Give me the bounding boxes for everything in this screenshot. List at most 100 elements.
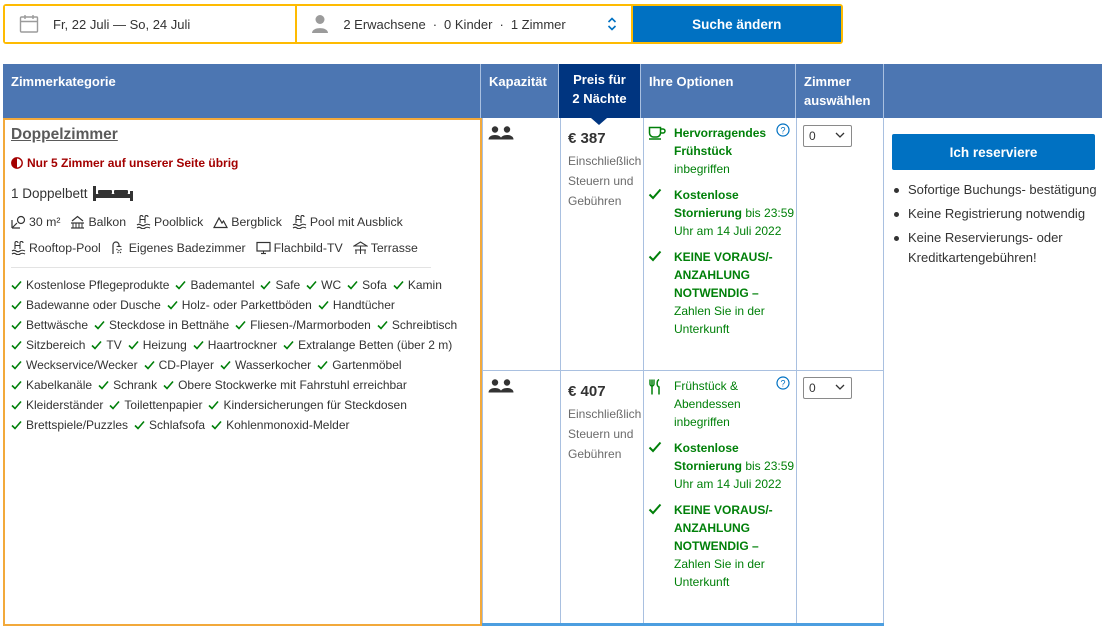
cancel-title: Kostenlose Stornierung — [674, 188, 742, 220]
checkmark-icon — [377, 320, 388, 330]
room-amenities: Kostenlose Pflegeprodukte Bademantel Safe W… — [11, 277, 461, 433]
checkmark-icon — [648, 503, 662, 515]
amenity-item: Wasserkocher — [220, 357, 311, 373]
quantity-value: 0 — [809, 129, 816, 143]
checkmark-icon — [260, 280, 272, 290]
checkmark-icon — [134, 420, 145, 430]
offer-options: Frühstück & Abendessen inbegriffen ? Kos… — [648, 376, 796, 599]
double-bed-icon — [92, 186, 133, 201]
checkmark-icon — [167, 300, 178, 310]
shower-icon — [111, 241, 129, 255]
children-count: 0 Kinder — [444, 16, 493, 32]
facility-label: Flachbild-TV — [273, 241, 343, 255]
checkmark-icon — [11, 320, 22, 330]
amenity-label: Extralange Betten (über 2 m) — [298, 338, 453, 352]
amenity-label: Badewanne oder Dusche — [26, 298, 161, 312]
help-icon[interactable]: ? — [776, 376, 790, 390]
meal-title: Hervorragendes Frühstück — [674, 126, 767, 158]
amenity-item: Obere Stockwerke mit Fahrstuhl erreichba… — [163, 377, 407, 393]
amenity-item: Haartrockner — [193, 337, 277, 353]
facility-item: Poolblick — [136, 212, 203, 232]
column-options: Ihre Optionen — [641, 64, 796, 118]
select-header-line1: Zimmer — [804, 74, 851, 89]
checkmark-icon — [283, 340, 294, 350]
cancellation-option: Kostenlose Stornierung bis 23:59 Uhr am … — [648, 186, 796, 240]
amenity-item: Toilettenpapier — [109, 397, 202, 413]
price-header-line1: Preis für — [573, 72, 626, 87]
amenity-label: Kostenlose Pflegeprodukte — [26, 278, 170, 292]
checkmark-icon — [128, 340, 139, 350]
checkmark-icon — [91, 340, 102, 350]
room-facilities: 30 m² Balkon Poolblick Bergblick Pool mit Au… — [11, 212, 431, 268]
facility-label: Eigenes Badezimmer — [128, 241, 246, 255]
facility-item: Balkon — [70, 212, 126, 232]
mountain-icon — [213, 215, 231, 229]
facility-label: Pool mit Ausblick — [309, 215, 403, 229]
amenity-item: Sofa — [347, 277, 387, 293]
amenity-item: Schreibtisch — [377, 317, 457, 333]
facility-item: Eigenes Badezimmer — [111, 238, 246, 258]
checkmark-icon — [11, 400, 22, 410]
facility-label: Balkon — [88, 215, 127, 229]
amenity-item: Gartenmöbel — [317, 357, 402, 373]
amenity-label: Schreibtisch — [391, 318, 458, 332]
terrace-icon — [352, 241, 371, 255]
amenity-item: TV — [91, 337, 122, 353]
two-persons-icon — [488, 126, 514, 140]
prepay-detail: Zahlen Sie in der Unterkunft — [674, 304, 765, 336]
price-note: Einschließlich Steuern und Gebühren — [568, 407, 642, 461]
facility-item: Rooftop-Pool — [11, 238, 101, 258]
amenity-label: Wasserkocher — [234, 358, 312, 372]
guest-selector[interactable]: 2 Erwachsene · 0 Kinder · 1 Zimmer — [297, 6, 631, 42]
amenity-label: Fliesen-/Marmorboden — [250, 318, 371, 332]
prepay-title: KEINE VORAUS/-ANZAHLUNG NOTWENDIG – — [674, 250, 773, 300]
facility-item: Bergblick — [213, 212, 282, 232]
svg-text:?: ? — [780, 379, 785, 389]
room-quantity-select[interactable]: 0 — [803, 377, 852, 399]
amenity-item: Sitzbereich — [11, 337, 85, 353]
column-select-rooms: Zimmer auswählen — [796, 64, 884, 118]
checkmark-icon — [220, 360, 231, 370]
date-picker[interactable]: Fr, 22 Juli — So, 24 Juli — [5, 6, 296, 42]
facility-label: 30 m² — [29, 215, 61, 229]
chevron-down-icon — [835, 132, 845, 138]
room-quantity-select[interactable]: 0 — [803, 125, 852, 147]
amenity-item: Kleiderständer — [11, 397, 103, 413]
checkmark-icon — [11, 380, 22, 390]
amenity-label: CD-Player — [158, 358, 214, 372]
checkmark-icon — [306, 280, 317, 290]
bed-text: 1 Doppelbett — [11, 185, 88, 201]
table-bottom-border — [482, 623, 884, 626]
change-search-button[interactable]: Suche ändern — [632, 6, 841, 42]
checkmark-icon — [11, 280, 22, 290]
select-header-line2: auswählen — [804, 93, 871, 108]
facility-item: Flachbild-TV — [256, 238, 343, 258]
amenity-label: Haartrockner — [207, 338, 278, 352]
coffee-cup-icon — [648, 126, 666, 140]
checkmark-icon — [208, 400, 220, 410]
amenity-item: Kostenlose Pflegeprodukte — [11, 277, 169, 293]
room-name-link[interactable]: Doppelzimmer — [11, 126, 118, 144]
row-divider — [482, 370, 884, 371]
checkmark-icon — [175, 280, 187, 290]
help-icon[interactable]: ? — [776, 123, 790, 137]
offer-options: Hervorragendes Frühstück inbegriffen ? Ko… — [648, 123, 796, 346]
facility-label: Terrasse — [370, 241, 418, 255]
column-capacity: Kapazität — [481, 64, 559, 118]
amenity-item: Bettwäsche — [11, 317, 88, 333]
reserve-button[interactable]: Ich reserviere — [892, 134, 1095, 170]
amenity-label: Steckdose in Bettnähe — [109, 318, 230, 332]
search-bar: Fr, 22 Juli — So, 24 Juli 2 Erwachsene · 0… — [3, 4, 843, 44]
amenity-label: Schrank — [113, 378, 158, 392]
amenity-label: Handtücher — [332, 298, 395, 312]
column-price[interactable]: Preis für 2 Nächte — [559, 64, 641, 125]
amenity-item: WC — [306, 277, 341, 293]
amenity-label: Kabelkanäle — [26, 378, 93, 392]
checkmark-icon — [109, 400, 120, 410]
guest-summary: 2 Erwachsene · 0 Kinder · 1 Zimmer — [343, 16, 566, 32]
checkmark-icon — [11, 340, 22, 350]
amenity-label: Kindersicherungen für Steckdosen — [223, 398, 407, 412]
checkmark-icon — [11, 300, 22, 310]
amenity-label: Heizung — [142, 338, 187, 352]
amenity-item: Schrank — [98, 377, 157, 393]
